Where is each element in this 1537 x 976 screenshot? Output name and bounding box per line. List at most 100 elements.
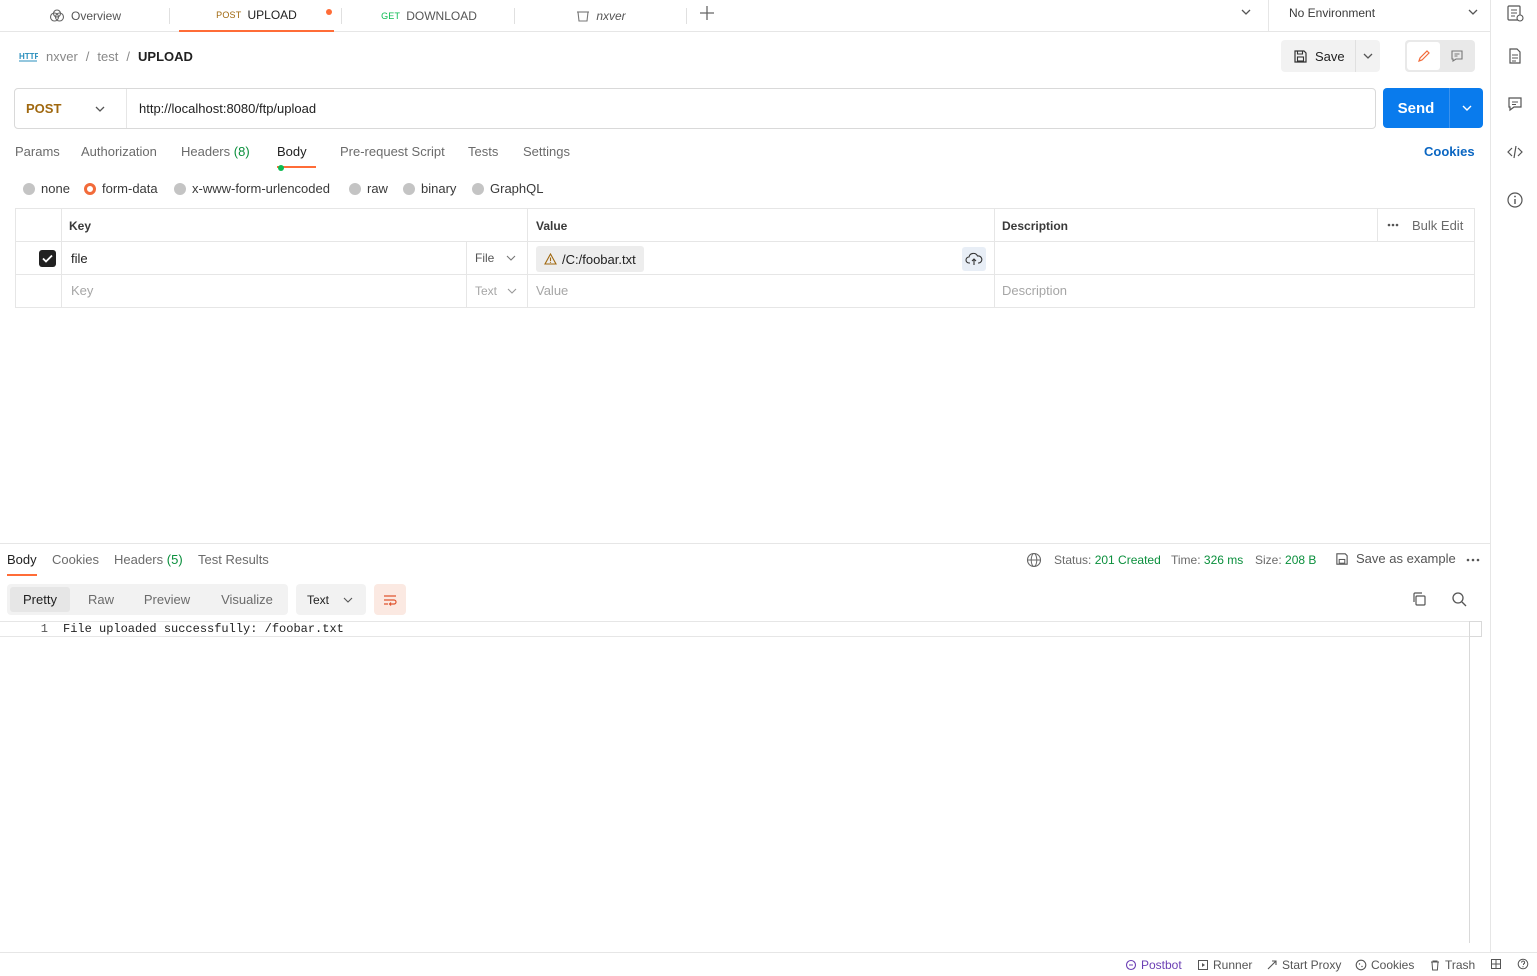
save-example-label: Save as example <box>1356 551 1456 566</box>
info-icon[interactable] <box>1506 191 1524 209</box>
cloud-upload-icon[interactable] <box>962 247 986 271</box>
response-tab-body[interactable]: Body <box>7 552 37 576</box>
editor-scrollbar[interactable] <box>1469 621 1470 943</box>
tab-settings[interactable]: Settings <box>523 144 570 168</box>
line-number: 1 <box>40 622 48 636</box>
cookies-link[interactable]: Cookies <box>1424 144 1475 168</box>
url-input[interactable]: http://localhost:8080/ftp/upload <box>127 101 316 116</box>
tab-prerequest-script[interactable]: Pre-request Script <box>340 144 445 168</box>
radio-label: GraphQL <box>490 181 544 196</box>
radio-label: binary <box>421 181 457 196</box>
tab-overview[interactable]: Overview <box>0 0 170 32</box>
save-as-example-button[interactable]: Save as example <box>1335 551 1456 566</box>
proxy-label: Start Proxy <box>1282 958 1342 972</box>
new-type-select[interactable]: Text <box>475 284 517 298</box>
body-type-form-data[interactable]: form-data <box>84 181 158 196</box>
view-preview[interactable]: Preview <box>134 587 200 612</box>
breadcrumb-request[interactable]: UPLOAD <box>138 49 193 64</box>
bulk-edit-button[interactable]: Bulk Edit <box>1412 218 1463 233</box>
save-options-chevron-icon[interactable] <box>1356 51 1380 61</box>
body-type-urlencoded[interactable]: x-www-form-urlencoded <box>174 181 330 196</box>
overview-icon <box>49 9 65 23</box>
more-options-icon[interactable] <box>1386 218 1400 232</box>
send-button[interactable]: Send <box>1383 100 1449 117</box>
time-value: 326 ms <box>1203 553 1244 567</box>
response-status[interactable]: Status: 201 Created <box>1054 553 1161 567</box>
search-icon[interactable] <box>1451 591 1467 607</box>
trash-button[interactable]: Trash <box>1429 958 1475 972</box>
method-select[interactable]: POST <box>15 89 127 128</box>
runner-button[interactable]: Runner <box>1197 958 1252 972</box>
tab-tests[interactable]: Tests <box>468 144 498 168</box>
new-tab-plus-icon[interactable] <box>698 4 716 22</box>
new-value-input[interactable]: Value <box>536 283 568 298</box>
layout-toggle-icon[interactable] <box>1490 958 1502 970</box>
new-description-input[interactable]: Description <box>1002 283 1067 298</box>
postbot-button[interactable]: Postbot <box>1125 958 1182 972</box>
response-tab-test-results[interactable]: Test Results <box>198 552 269 576</box>
file-chip[interactable]: /C:/foobar.txt <box>536 246 644 272</box>
documentation-icon[interactable] <box>1506 47 1524 65</box>
new-key-input[interactable]: Key <box>71 283 93 298</box>
size-label: Size: <box>1255 553 1282 567</box>
response-divider[interactable] <box>0 543 1490 544</box>
edit-pencil-icon[interactable] <box>1407 42 1440 70</box>
tab-get-download[interactable]: GET DOWNLOAD <box>343 0 515 32</box>
copy-icon[interactable] <box>1411 591 1427 607</box>
response-tab-headers[interactable]: Headers (5) <box>114 552 183 576</box>
body-type-none[interactable]: none <box>23 181 70 196</box>
view-raw[interactable]: Raw <box>73 587 129 612</box>
save-example-icon <box>1335 552 1349 566</box>
tab-authorization[interactable]: Authorization <box>81 144 157 168</box>
tab-collection[interactable]: nxver <box>515 0 687 32</box>
row-type-label: File <box>475 251 495 265</box>
body-type-graphql[interactable]: GraphQL <box>472 181 543 196</box>
environment-chevron-icon[interactable] <box>1466 6 1480 18</box>
proxy-icon <box>1266 959 1278 971</box>
body-type-binary[interactable]: binary <box>403 181 456 196</box>
view-visualize[interactable]: Visualize <box>211 587 283 612</box>
breadcrumb-folder[interactable]: test <box>97 49 118 64</box>
response-view-switcher: Pretty Raw Preview Visualize <box>7 584 288 615</box>
comment-view-icon[interactable] <box>1441 42 1473 70</box>
statusbar-cookies-button[interactable]: Cookies <box>1355 958 1414 972</box>
row-enabled-checkbox[interactable] <box>39 250 56 267</box>
view-pretty[interactable]: Pretty <box>10 587 70 612</box>
svg-text:HTTP: HTTP <box>19 52 38 61</box>
code-snippet-icon[interactable] <box>1506 143 1524 161</box>
body-type-raw[interactable]: raw <box>349 181 388 196</box>
row-key-input[interactable]: file <box>71 251 88 266</box>
environment-quicklook-icon[interactable] <box>1506 4 1524 22</box>
tab-params[interactable]: Params <box>15 144 60 168</box>
radio-icon <box>174 182 186 195</box>
response-tab-cookies[interactable]: Cookies <box>52 552 99 576</box>
start-proxy-button[interactable]: Start Proxy <box>1266 958 1341 972</box>
comments-icon[interactable] <box>1506 95 1524 113</box>
environment-selector[interactable]: No Environment <box>1289 6 1375 20</box>
tabs-dropdown-chevron-icon[interactable] <box>1239 6 1253 18</box>
status-bar: Postbot Runner Start Proxy Cookies Trash <box>0 952 1537 976</box>
tab-body[interactable]: Body <box>277 144 316 171</box>
globe-icon[interactable] <box>1026 552 1042 568</box>
size-value: 208 B <box>1285 553 1317 567</box>
response-time[interactable]: Time: 326 ms <box>1171 553 1243 567</box>
unsaved-dot <box>326 9 332 15</box>
save-button[interactable]: Save <box>1281 40 1355 72</box>
column-header-key: Key <box>69 219 92 233</box>
breadcrumb: HTTP nxver / test / UPLOAD <box>18 46 193 66</box>
response-more-icon[interactable] <box>1465 553 1481 567</box>
save-label: Save <box>1315 48 1345 64</box>
time-label: Time: <box>1171 553 1201 567</box>
response-size[interactable]: Size: 208 B <box>1255 553 1316 567</box>
tab-post-upload[interactable]: POST UPLOAD <box>179 0 334 32</box>
help-icon[interactable] <box>1517 958 1529 970</box>
tab-headers[interactable]: Headers (8) <box>181 144 250 168</box>
send-options-chevron-icon[interactable] <box>1449 88 1483 128</box>
row-type-select[interactable]: File <box>475 251 516 265</box>
column-header-value: Value <box>536 219 568 233</box>
cookie-icon <box>1355 959 1367 971</box>
response-format-select[interactable]: Text <box>296 584 366 615</box>
wrap-lines-icon[interactable] <box>374 584 406 615</box>
breadcrumb-collection[interactable]: nxver <box>46 49 78 64</box>
status-label: Status: <box>1054 553 1092 567</box>
